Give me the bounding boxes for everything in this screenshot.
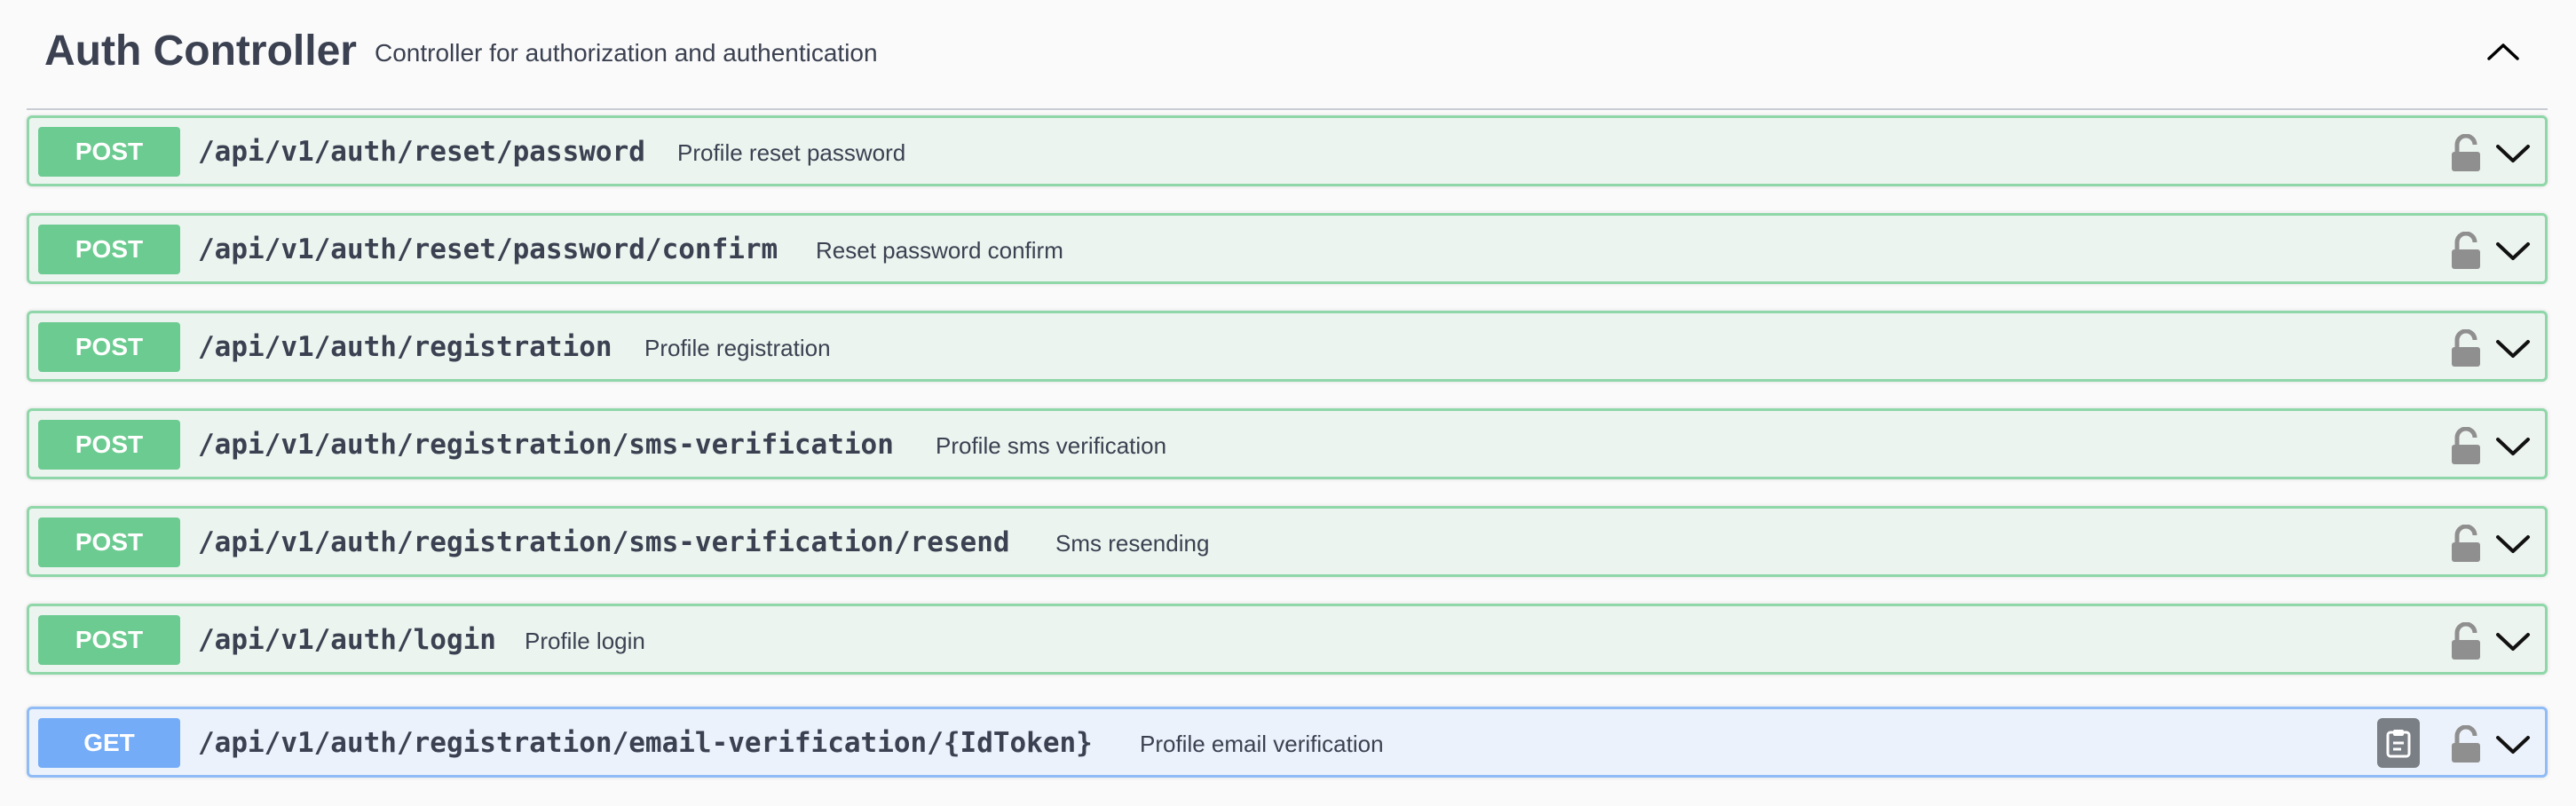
chevron-down-icon[interactable] (2493, 136, 2533, 171)
operation-block[interactable]: POST /api/v1/auth/login Profile login (27, 604, 2548, 675)
tag-title: Auth Controller (44, 28, 357, 75)
operation-block[interactable]: GET /api/v1/auth/registration/email-veri… (27, 707, 2548, 778)
operation-summary: Reset password confirm (816, 237, 1063, 264)
operation-block[interactable]: POST /api/v1/auth/reset/password Profile… (27, 115, 2548, 186)
unlocked-lock-icon[interactable] (2448, 134, 2484, 173)
copy-to-clipboard-button[interactable] (2377, 718, 2420, 768)
method-badge: POST (38, 225, 180, 274)
unlocked-lock-icon[interactable] (2448, 525, 2484, 564)
operation-summary: Profile reset password (677, 139, 906, 166)
operation-path: /api/v1/auth/registration (198, 331, 612, 363)
chevron-down-icon[interactable] (2493, 526, 2533, 562)
operation-block[interactable]: POST /api/v1/auth/registration/sms-verif… (27, 506, 2548, 577)
operation-path: /api/v1/auth/registration/sms-verificati… (198, 526, 1010, 558)
operation-block[interactable]: POST /api/v1/auth/registration Profile r… (27, 311, 2548, 382)
collapse-button[interactable] (2477, 27, 2530, 76)
operation-block[interactable]: POST /api/v1/auth/reset/password/confirm… (27, 213, 2548, 284)
operation-summary: Profile login (525, 628, 645, 654)
operation-summary: Profile email verification (1140, 731, 1384, 757)
chevron-down-icon[interactable] (2493, 233, 2533, 269)
method-badge: POST (38, 322, 180, 372)
method-badge: POST (38, 127, 180, 177)
clipboard-copy-icon (2386, 730, 2411, 758)
chevron-down-icon[interactable] (2493, 331, 2533, 367)
unlocked-lock-icon[interactable] (2448, 329, 2484, 368)
swagger-page: Auth Controller Controller for authoriza… (0, 0, 2576, 806)
operation-summary: Profile registration (644, 335, 831, 361)
chevron-up-icon (2487, 43, 2519, 60)
unlocked-lock-icon[interactable] (2448, 725, 2484, 764)
method-badge: POST (38, 518, 180, 567)
operation-summary: Profile sms verification (936, 432, 1167, 459)
operation-path: /api/v1/auth/reset/password (198, 136, 645, 168)
operation-path: /api/v1/auth/login (198, 624, 496, 656)
method-badge: POST (38, 615, 180, 665)
unlocked-lock-icon[interactable] (2448, 622, 2484, 661)
tag-header-auth-controller[interactable]: Auth Controller Controller for authoriza… (27, 0, 2548, 110)
operation-summary: Sms resending (1055, 530, 1210, 557)
chevron-down-icon[interactable] (2493, 429, 2533, 464)
operation-path: /api/v1/auth/registration/email-verifica… (198, 727, 1093, 759)
operation-path: /api/v1/auth/registration/sms-verificati… (198, 429, 894, 461)
unlocked-lock-icon[interactable] (2448, 427, 2484, 466)
method-badge: GET (38, 718, 180, 768)
operation-path: /api/v1/auth/reset/password/confirm (198, 233, 778, 265)
operation-block[interactable]: POST /api/v1/auth/registration/sms-verif… (27, 408, 2548, 479)
unlocked-lock-icon[interactable] (2448, 232, 2484, 271)
method-badge: POST (38, 420, 180, 470)
tag-description: Controller for authorization and authent… (375, 39, 878, 67)
chevron-down-icon[interactable] (2493, 727, 2533, 763)
chevron-down-icon[interactable] (2493, 624, 2533, 660)
